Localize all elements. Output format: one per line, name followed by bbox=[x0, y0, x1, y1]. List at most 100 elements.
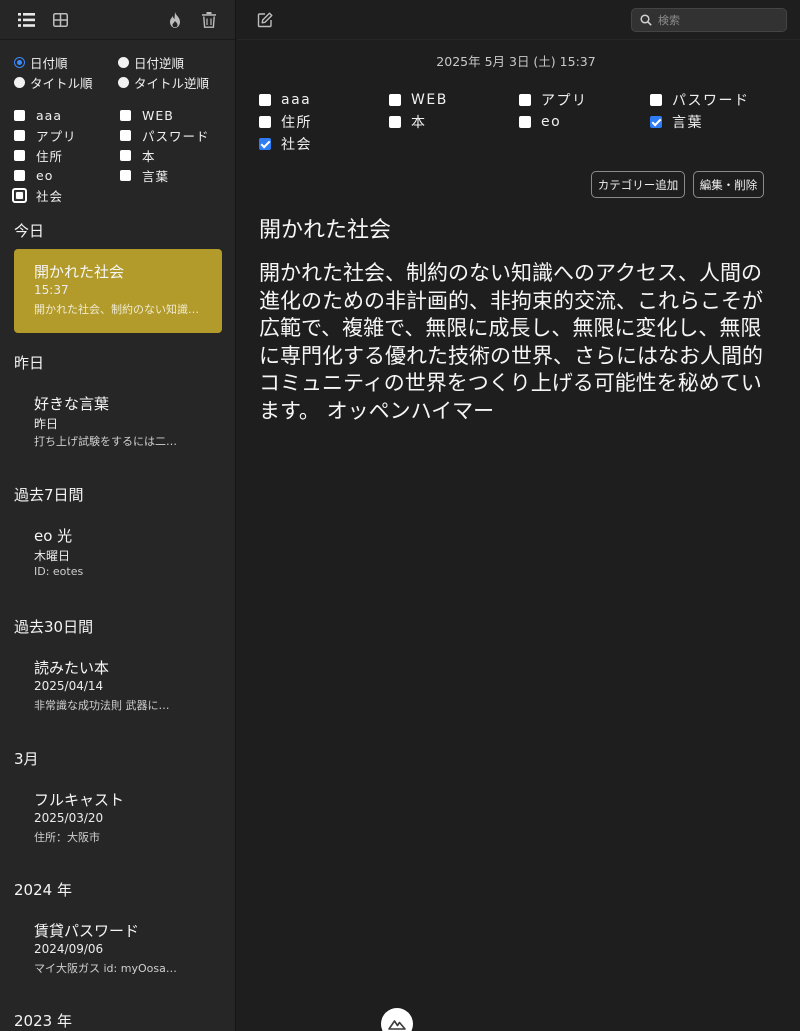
note-item-title: フルキャスト bbox=[34, 791, 125, 809]
note-list-item[interactable]: 開かれた社会 15:37 開かれた社会、制約のない知識へのアクセス、 bbox=[14, 249, 222, 333]
note-list-item[interactable]: eo 光 木曜日 ID: eotes bbox=[14, 513, 222, 597]
checkbox[interactable] bbox=[14, 109, 25, 121]
note-category-words[interactable]: 言葉 bbox=[650, 113, 780, 131]
app-logo-button[interactable] bbox=[381, 1008, 413, 1031]
editor-toolbar bbox=[237, 0, 800, 40]
category-label: eo bbox=[36, 167, 54, 183]
trash-icon[interactable] bbox=[197, 8, 221, 32]
note-list-item[interactable]: フルキャスト 2025/03/20 住所：大阪市 bbox=[14, 777, 222, 861]
note-item-time: 木曜日 bbox=[34, 549, 71, 563]
sort-label: タイトル逆順 bbox=[134, 75, 210, 91]
search-input[interactable] bbox=[658, 13, 778, 27]
category-filter: aaa WEB アプリ パスワード 住所 本 eo 言葉 社会 bbox=[12, 107, 226, 204]
note-item-preview: マイ大阪ガス id: myOosa… bbox=[34, 962, 177, 975]
radio-button[interactable] bbox=[118, 56, 129, 68]
section-heading: 今日 bbox=[14, 222, 45, 240]
note-list-item[interactable]: 好きな言葉 昨日 打ち上げ試験をするには二… bbox=[14, 381, 222, 465]
checkbox[interactable] bbox=[650, 93, 662, 106]
category-label: 住所 bbox=[281, 114, 312, 131]
section-heading: 2024 年 bbox=[14, 881, 72, 899]
note-category-app[interactable]: アプリ bbox=[519, 91, 650, 109]
note-category-web[interactable]: WEB bbox=[389, 91, 519, 108]
category-label: アプリ bbox=[541, 92, 588, 109]
note-list-item[interactable]: 読みたい本 2025/04/14 非常識な成功法則 武器に… bbox=[14, 645, 222, 729]
checkbox[interactable] bbox=[14, 149, 25, 161]
filter-society[interactable]: 社会 bbox=[12, 187, 120, 204]
note-categories: aaa WEB アプリ パスワード 住所 本 eo 言葉 社会 bbox=[259, 91, 799, 153]
sort-options: 日付順 日付逆順 タイトル順 タイトル逆順 bbox=[14, 54, 224, 91]
note-item-preview: 住所：大阪市 bbox=[34, 831, 100, 844]
note-item-title: 好きな言葉 bbox=[34, 395, 110, 413]
category-label: パスワード bbox=[672, 92, 750, 109]
filter-address[interactable]: 住所 bbox=[14, 147, 120, 164]
sort-label: タイトル順 bbox=[30, 75, 93, 91]
note-body[interactable]: 開かれた社会、制約のない知識へのアクセス、人間の進化のための非計画的、非拘束的交… bbox=[259, 260, 774, 425]
sort-label: 日付順 bbox=[30, 55, 68, 71]
grid-view-icon[interactable] bbox=[48, 8, 72, 32]
search-box[interactable] bbox=[631, 8, 787, 32]
category-label: aaa bbox=[281, 91, 312, 108]
note-editor: 2025年 5月 3日 (土) 15:37 aaa WEB アプリ パスワード … bbox=[237, 0, 800, 1031]
radio-button[interactable] bbox=[14, 56, 25, 68]
filter-words[interactable]: 言葉 bbox=[120, 167, 226, 184]
checkbox[interactable] bbox=[389, 93, 401, 106]
note-category-address[interactable]: 住所 bbox=[259, 113, 389, 131]
checkbox[interactable] bbox=[259, 115, 271, 128]
checkbox[interactable] bbox=[14, 129, 25, 141]
note-item-title: eo 光 bbox=[34, 527, 73, 545]
checkbox[interactable] bbox=[120, 129, 131, 141]
checkbox[interactable] bbox=[14, 169, 25, 181]
sort-title-asc[interactable]: タイトル順 bbox=[14, 74, 118, 91]
radio-button[interactable] bbox=[14, 76, 25, 88]
radio-button[interactable] bbox=[118, 76, 129, 88]
note-category-aaa[interactable]: aaa bbox=[259, 91, 389, 108]
category-label: 言葉 bbox=[672, 114, 703, 131]
sidebar-toolbar bbox=[0, 0, 235, 40]
filter-book[interactable]: 本 bbox=[120, 147, 226, 164]
note-category-book[interactable]: 本 bbox=[389, 113, 519, 131]
filter-aaa[interactable]: aaa bbox=[14, 107, 120, 123]
checkbox[interactable] bbox=[120, 169, 131, 181]
sort-title-desc[interactable]: タイトル逆順 bbox=[118, 74, 222, 91]
note-category-password[interactable]: パスワード bbox=[650, 91, 780, 109]
search-icon bbox=[640, 14, 652, 26]
note-category-eo[interactable]: eo bbox=[519, 113, 650, 130]
checkbox[interactable] bbox=[519, 115, 531, 128]
compose-icon[interactable] bbox=[253, 8, 277, 32]
flame-icon[interactable] bbox=[163, 8, 187, 32]
sort-date-desc[interactable]: 日付逆順 bbox=[118, 54, 222, 71]
notes-app: 日付順 日付逆順 タイトル順 タイトル逆順 aaa WEB アプリ パスワード … bbox=[0, 0, 800, 1031]
note-title[interactable]: 開かれた社会 bbox=[259, 212, 391, 244]
list-view-icon[interactable] bbox=[14, 8, 38, 32]
filter-password[interactable]: パスワード bbox=[120, 127, 226, 144]
mountain-logo-icon bbox=[388, 1020, 406, 1030]
filter-eo[interactable]: eo bbox=[14, 167, 120, 183]
note-item-time: 2025/03/20 bbox=[34, 811, 104, 825]
note-item-title: 賃貸パスワード bbox=[34, 922, 140, 940]
note-item-time: 2024/09/06 bbox=[34, 942, 104, 956]
category-label: 住所 bbox=[36, 148, 64, 164]
filter-web[interactable]: WEB bbox=[120, 107, 226, 123]
checkbox[interactable] bbox=[120, 149, 131, 161]
note-item-preview: 開かれた社会、制約のない知識へのアクセス、 bbox=[34, 303, 202, 316]
checkbox[interactable] bbox=[12, 187, 27, 203]
sort-date-asc[interactable]: 日付順 bbox=[14, 54, 118, 71]
note-list-item[interactable]: 賃貸パスワード 2024/09/06 マイ大阪ガス id: myOosa… bbox=[14, 908, 222, 992]
section-heading: 3月 bbox=[14, 750, 39, 768]
sidebar: 日付順 日付逆順 タイトル順 タイトル逆順 aaa WEB アプリ パスワード … bbox=[0, 0, 236, 1031]
note-item-preview: 打ち上げ試験をするには二… bbox=[34, 435, 177, 448]
category-label: 言葉 bbox=[142, 168, 170, 184]
checkbox-checked[interactable] bbox=[259, 137, 271, 150]
add-category-button[interactable]: カテゴリー追加 bbox=[591, 171, 685, 198]
note-item-time: 15:37 bbox=[34, 283, 69, 297]
note-item-title: 開かれた社会 bbox=[34, 263, 125, 281]
checkbox[interactable] bbox=[389, 115, 401, 128]
checkbox-checked[interactable] bbox=[650, 115, 662, 128]
checkbox[interactable] bbox=[519, 93, 531, 106]
checkbox[interactable] bbox=[259, 93, 271, 106]
filter-app[interactable]: アプリ bbox=[14, 127, 120, 144]
checkbox[interactable] bbox=[120, 109, 131, 121]
edit-delete-button[interactable]: 編集・削除 bbox=[693, 171, 764, 198]
section-heading: 2023 年 bbox=[14, 1012, 72, 1030]
note-category-society[interactable]: 社会 bbox=[259, 135, 389, 153]
